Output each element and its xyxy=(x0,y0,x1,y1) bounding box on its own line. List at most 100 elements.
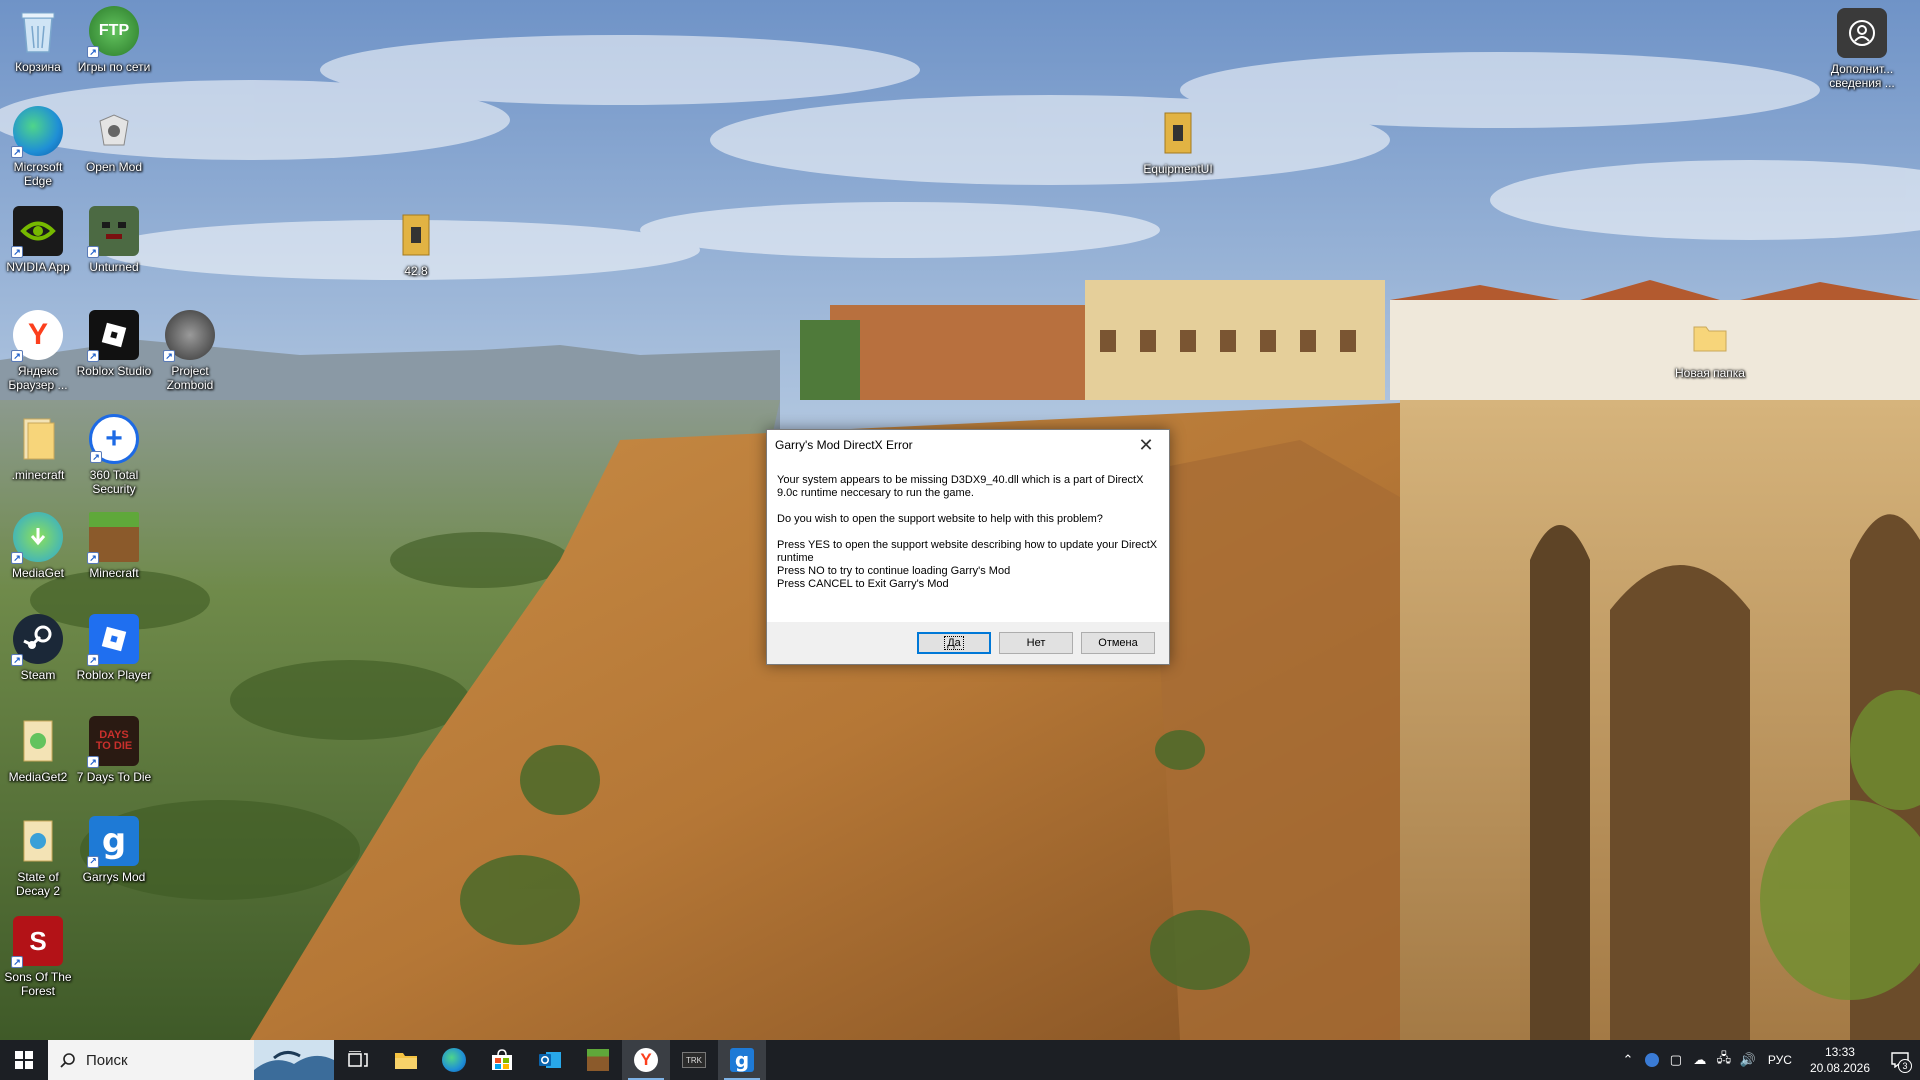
desktop-icon-label: 42.8 xyxy=(404,264,428,278)
desktop-icon-360-total-security[interactable]: + ↗ 360 Total Security xyxy=(76,414,152,496)
zomboid-icon: ↗ xyxy=(163,310,215,362)
desktop-icon-minecraft-folder[interactable]: .minecraft xyxy=(0,414,76,482)
desktop-icon-mediaget2[interactable]: MediaGet2 xyxy=(0,716,76,784)
desktop-icon-state-of-decay-2[interactable]: State of Decay 2 xyxy=(0,816,76,898)
directx-error-dialog: Garry's Mod DirectX Error ✕ Your system … xyxy=(766,429,1170,665)
archive-icon xyxy=(391,210,441,260)
desktop-icon-label: 7 Days To Die xyxy=(76,770,152,784)
desktop-icon-label: Open Mod xyxy=(85,160,143,174)
desktop-icon-equipmentui[interactable]: EquipmentUI xyxy=(1140,108,1216,176)
start-button[interactable] xyxy=(0,1040,48,1080)
message-question: Do you wish to open the support website … xyxy=(777,513,1103,525)
dialog-message: Your system appears to be missing D3DX9_… xyxy=(767,460,1169,622)
folder-icon xyxy=(13,414,63,464)
taskbar-store[interactable] xyxy=(478,1040,526,1080)
steam-icon: ↗ xyxy=(11,614,63,666)
desktop-icon-label: MediaGet xyxy=(11,566,65,580)
shortcut-arrow-icon: ↗ xyxy=(11,246,23,258)
desktop-icon-sons-of-the-forest[interactable]: S ↗ Sons Of The Forest xyxy=(0,916,76,998)
desktop-icon-roblox-player[interactable]: ↗ Roblox Player xyxy=(76,614,152,682)
desktop-icon-open-mod[interactable]: Open Mod xyxy=(76,106,152,174)
shortcut-arrow-icon: ↗ xyxy=(11,552,23,564)
taskbar-outlook[interactable] xyxy=(526,1040,574,1080)
openmod-icon xyxy=(89,106,139,156)
desktop-icon-7-days-to-die[interactable]: DAYS TO DIE ↗ 7 Days To Die xyxy=(76,716,152,784)
shortcut-arrow-icon: ↗ xyxy=(87,856,99,868)
shortcut-arrow-icon: ↗ xyxy=(87,46,99,58)
close-icon[interactable]: ✕ xyxy=(1123,430,1169,460)
cancel-button-label: Отмена xyxy=(1098,637,1138,649)
search-placeholder: Поиск xyxy=(86,1051,128,1069)
message-cancel-hint: Press CANCEL to Exit Garry's Mod xyxy=(777,578,949,590)
taskbar-yandex-browser[interactable]: Y xyxy=(622,1040,670,1080)
taskbar-garrys-mod[interactable]: g xyxy=(718,1040,766,1080)
7dtd-icon: DAYS TO DIE ↗ xyxy=(87,716,139,768)
gmod-icon: g xyxy=(730,1048,754,1072)
store-icon xyxy=(492,1049,512,1070)
cancel-button[interactable]: Отмена xyxy=(1081,632,1155,654)
volume-icon[interactable]: 🔊 xyxy=(1736,1040,1760,1080)
desktop-icon-unturned[interactable]: ↗ Unturned xyxy=(76,206,152,274)
tray-app-icon[interactable] xyxy=(1640,1040,1664,1080)
network-icon[interactable]: 🖧 xyxy=(1712,1040,1736,1080)
desktop-icon-label: State of Decay 2 xyxy=(15,870,61,898)
desktop-icon-42-8[interactable]: 42.8 xyxy=(378,210,454,278)
taskbar-app[interactable]: TRK xyxy=(670,1040,718,1080)
yes-button[interactable]: Да xyxy=(917,632,991,654)
clock-time: 13:33 xyxy=(1824,1045,1855,1059)
desktop-icon-new-folder[interactable]: Новая папка xyxy=(1672,312,1748,380)
desktop-icon-label: Корзина xyxy=(15,60,61,74)
minecraft-icon: ↗ xyxy=(87,512,139,564)
nvidia-icon: ↗ xyxy=(11,206,63,258)
user-info-icon xyxy=(1837,8,1887,58)
desktop-icon-label: MediaGet2 xyxy=(8,770,68,784)
desktop-icon-garrys-mod[interactable]: g ↗ Garrys Mod xyxy=(76,816,152,884)
language-indicator[interactable]: РУС xyxy=(1760,1053,1800,1067)
desktop-icon-label: EquipmentUI xyxy=(1143,162,1213,176)
mediaget-icon: ↗ xyxy=(11,512,63,564)
taskbar-file-explorer[interactable] xyxy=(382,1040,430,1080)
edge-icon xyxy=(442,1048,466,1072)
desktop-icon-recycle-bin[interactable]: Корзина xyxy=(0,6,76,74)
taskbar-edge[interactable] xyxy=(430,1040,478,1080)
desktop-icon-label: Steam xyxy=(20,668,56,682)
desktop-icon-label: Minecraft xyxy=(89,566,139,580)
desktop-icon-label: Roblox Studio xyxy=(76,364,152,378)
taskbar-task-view[interactable] xyxy=(334,1040,382,1080)
archive-icon xyxy=(1153,108,1203,158)
minecraft-icon xyxy=(587,1049,609,1071)
onedrive-icon[interactable]: ☁ xyxy=(1688,1040,1712,1080)
no-button[interactable]: Нет xyxy=(999,632,1073,654)
desktop-icon-microsoft-edge[interactable]: ↗ Microsoft Edge xyxy=(0,106,76,188)
shortcut-arrow-icon: ↗ xyxy=(90,451,102,463)
desktop-icon-yandex-browser[interactable]: Y ↗ Яндекс Браузер ... xyxy=(0,310,76,392)
desktop-icon-label: Unturned xyxy=(89,260,139,274)
desktop-icon-roblox-studio[interactable]: ↗ Roblox Studio xyxy=(76,310,152,378)
desktop-icon-project-zomboid[interactable]: ↗ Project Zomboid xyxy=(152,310,228,392)
clock[interactable]: 13:33 20.08.2026 xyxy=(1800,1044,1880,1076)
archive-icon xyxy=(13,816,63,866)
dialog-title: Garry's Mod DirectX Error xyxy=(775,438,913,452)
dialog-titlebar[interactable]: Garry's Mod DirectX Error ✕ xyxy=(767,430,1169,460)
file-explorer-icon xyxy=(395,1053,417,1069)
taskbar-minecraft[interactable] xyxy=(574,1040,622,1080)
task-view-icon xyxy=(348,1051,368,1067)
desktop-icon-label: Яндекс Браузер ... xyxy=(8,364,68,392)
desktop-icon-mediaget[interactable]: ↗ MediaGet xyxy=(0,512,76,580)
tray-device-icon[interactable]: ▢ xyxy=(1664,1040,1688,1080)
search-highlight-image xyxy=(254,1040,334,1080)
desktop-icon-steam[interactable]: ↗ Steam xyxy=(0,614,76,682)
shortcut-arrow-icon: ↗ xyxy=(87,552,99,564)
clock-date: 20.08.2026 xyxy=(1809,1061,1870,1075)
desktop-icon-nvidia-app[interactable]: ↗ NVIDIA App xyxy=(0,206,76,274)
shortcut-arrow-icon: ↗ xyxy=(87,246,99,258)
folder-icon xyxy=(1685,312,1735,362)
desktop-icon-label: Roblox Player xyxy=(76,668,152,682)
chevron-up-icon[interactable]: ⌃ xyxy=(1616,1040,1640,1080)
taskbar-search-box[interactable]: Поиск xyxy=(48,1040,334,1080)
desktop-icon-ftp[interactable]: FTP ↗ Игры по сети xyxy=(76,6,152,74)
no-button-label: Нет xyxy=(1026,637,1046,649)
desktop-icon-additional-info[interactable]: Дополнит... сведения ... xyxy=(1824,8,1900,90)
desktop-icon-minecraft[interactable]: ↗ Minecraft xyxy=(76,512,152,580)
notification-center-button[interactable]: 3 xyxy=(1880,1040,1920,1080)
